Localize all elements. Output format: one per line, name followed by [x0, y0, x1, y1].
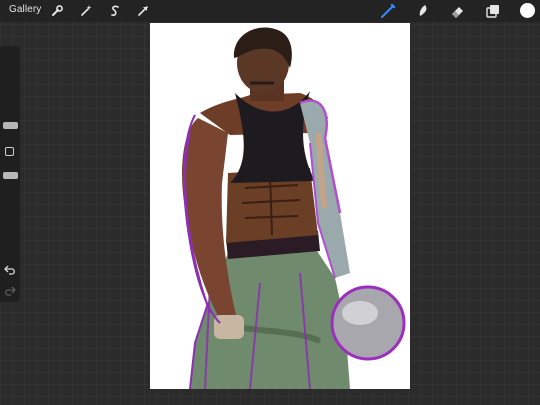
artwork	[182, 27, 406, 389]
smudge-icon[interactable]	[415, 3, 431, 19]
gallery-button[interactable]: Gallery	[9, 4, 41, 15]
brush-icon[interactable]	[380, 3, 396, 19]
magic-wand-icon[interactable]	[78, 3, 94, 19]
transform-icon[interactable]	[135, 3, 151, 19]
undo-button[interactable]	[3, 264, 17, 276]
color-swatch[interactable]	[520, 3, 535, 18]
redo-button[interactable]	[3, 285, 17, 297]
eraser-icon[interactable]	[450, 3, 466, 19]
undo-icon	[4, 265, 15, 275]
selection-icon[interactable]	[107, 3, 123, 19]
modify-button[interactable]	[5, 147, 14, 156]
top-toolbar: Gallery	[0, 0, 540, 22]
left-sidebar	[0, 46, 20, 302]
redo-icon	[5, 286, 16, 296]
brush-size-slider[interactable]	[3, 122, 18, 129]
drawing-canvas[interactable]	[150, 23, 410, 389]
wrench-icon[interactable]	[49, 3, 65, 19]
layers-icon[interactable]	[485, 3, 501, 19]
opacity-slider[interactable]	[3, 172, 18, 179]
